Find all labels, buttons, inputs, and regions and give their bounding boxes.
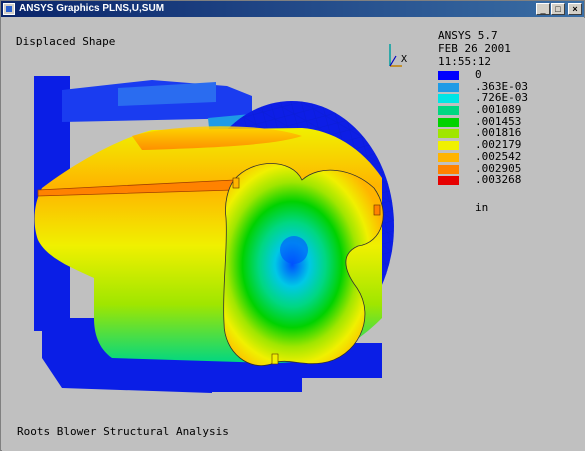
legend-swatch (438, 117, 459, 127)
legend-value: .002542 (475, 149, 522, 163)
program-version: ANSYS 5.7 (438, 29, 498, 42)
window-title: ANSYS Graphics PLNS,U,SUM (19, 3, 165, 14)
legend-swatch (438, 94, 459, 104)
plot-time: 11:55:12 (438, 55, 491, 68)
legend-swatch (438, 129, 459, 139)
legend-swatch (438, 176, 459, 186)
ansys-graphics-window: ANSYS Graphics PLNS,U,SUM _ □ × Displace… (0, 0, 585, 451)
minimize-button[interactable]: _ (536, 3, 550, 15)
legend-swatch (438, 152, 459, 162)
plot-footer-title: Roots Blower Structural Analysis (17, 425, 229, 438)
graphics-canvas[interactable]: Displaced Shape Roots Blower Structural … (2, 18, 585, 451)
legend-swatch (438, 71, 459, 80)
triad-x-label: X (401, 54, 408, 65)
legend-swatch (438, 106, 459, 116)
legend-swatch (438, 141, 459, 151)
title-bar[interactable]: ANSYS Graphics PLNS,U,SUM _ □ × (1, 1, 584, 17)
legend-swatch (438, 82, 459, 92)
plot-date: FEB 26 2001 (438, 42, 511, 55)
close-button[interactable]: × (568, 3, 582, 15)
legend-swatch (438, 164, 459, 174)
ansys-app-icon[interactable] (3, 3, 15, 15)
plot-subtitle: Displaced Shape (16, 35, 116, 48)
maximize-button[interactable]: □ (551, 3, 565, 15)
legend-value: .003268 (475, 173, 522, 187)
axis-triad-icon (389, 44, 402, 67)
legend-units: in (475, 201, 489, 214)
